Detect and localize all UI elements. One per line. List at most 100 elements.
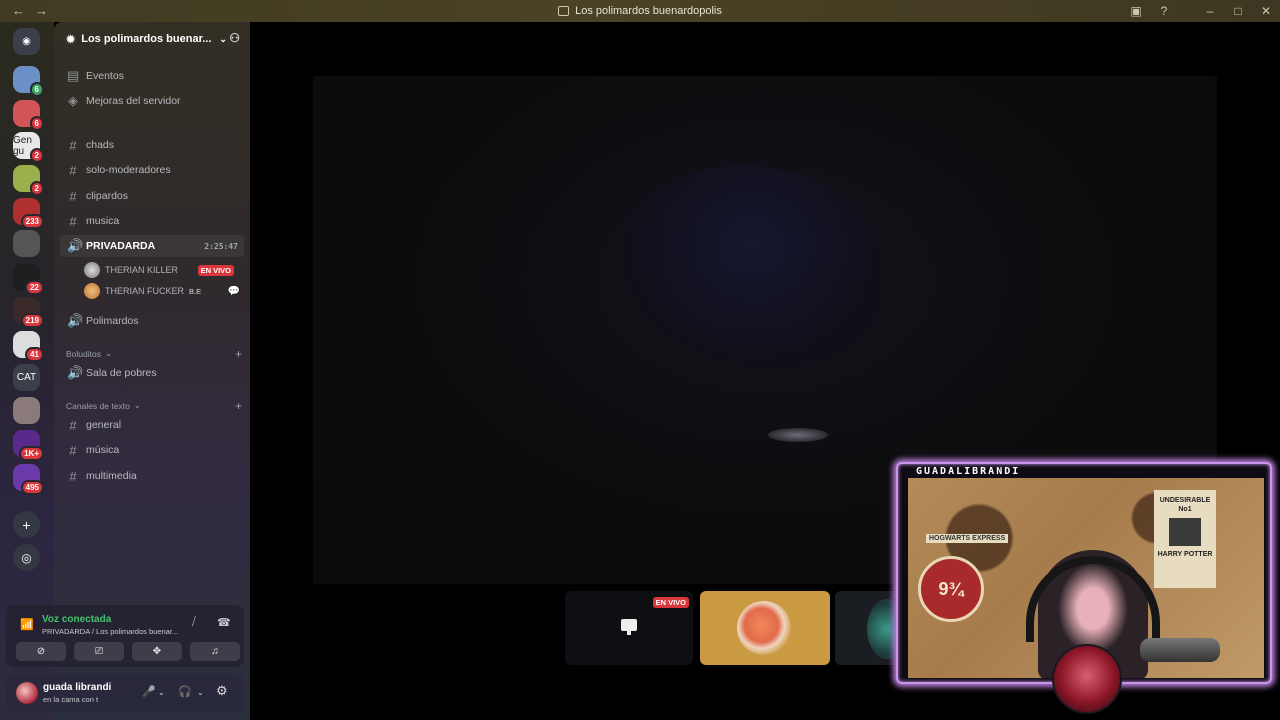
avatar (84, 262, 100, 278)
explore-icon[interactable]: ◎ (13, 544, 40, 571)
help-icon[interactable]: ? (1150, 4, 1178, 18)
channel-sala-de-pobres[interactable]: 🔊 Sala de pobres (60, 362, 244, 384)
server-icon[interactable]: 6 (13, 66, 44, 97)
soundboard-icon: ♫ (211, 646, 219, 657)
voice-channel-path[interactable]: PRIVADARDA / Los polimardos buenar... (42, 627, 178, 636)
microphone-icon[interactable]: 🎤 (142, 685, 156, 698)
channel-solo-moderadores[interactable]: # solo-moderadores (60, 159, 244, 181)
camera-off-icon: ⊘ (36, 646, 46, 657)
platform-sign: 9¾ (918, 556, 984, 622)
chat-bubble-icon: 💬 (227, 285, 240, 297)
headphones (1026, 556, 1160, 642)
speaker-icon: 🔊 (67, 238, 84, 253)
disconnect-icon[interactable]: ☎ (217, 616, 231, 629)
server-icon[interactable] (13, 230, 40, 257)
chevron-down-icon: ⌄ (133, 400, 141, 410)
server-icon[interactable]: 495 (13, 464, 44, 495)
hash-icon: # (69, 213, 77, 229)
avatar (737, 601, 791, 655)
category-canales-de-texto[interactable]: Canales de texto ⌄ + (66, 399, 242, 413)
chevron-down-icon: ⌄ (104, 348, 113, 358)
boost-icon: ◈ (68, 93, 78, 108)
noise-suppression-icon[interactable]: ⧸ (192, 616, 196, 629)
channel-general[interactable]: # general (60, 414, 244, 436)
voice-channel-privadarda[interactable]: 🔊 PRIVADARDA 2:25:47 (60, 235, 244, 257)
streamer-name: GUADALIBRANDI (916, 466, 1021, 477)
participant-tile[interactable] (700, 591, 830, 665)
add-channel-icon[interactable]: + (235, 399, 242, 413)
headphones-icon[interactable]: 🎧 (178, 685, 192, 698)
server-icon[interactable]: CAT (13, 364, 40, 391)
poster-photo (1169, 518, 1201, 546)
server-name: Los polimardos buenar... (81, 33, 212, 45)
share-screen-button[interactable]: ⎚ (74, 642, 124, 661)
participant-tile[interactable] (835, 591, 901, 665)
add-server-icon[interactable]: + (13, 511, 40, 538)
window-title: Los polimardos buenardopolis (575, 5, 722, 17)
avatar[interactable] (16, 682, 38, 704)
server-settings-icon: ✹ (66, 33, 76, 46)
voice-user[interactable]: THERIAN KILLER EN VIVO (84, 260, 244, 280)
activities-button[interactable]: ✥ (132, 642, 182, 661)
chevron-down-icon[interactable]: ⌄ (197, 688, 204, 697)
screen-share-icon (621, 619, 637, 635)
user-tag: B.E (189, 286, 202, 296)
events-item[interactable]: ▤ Eventos (60, 65, 244, 87)
server-boost-item[interactable]: ◈ Mejoras del servidor (60, 90, 244, 112)
server-icon[interactable]: 22 (13, 264, 44, 295)
server-icon[interactable]: Gen gu 2 (13, 132, 44, 163)
discord-home-icon[interactable]: ◉ (13, 28, 40, 55)
invite-people-icon[interactable]: ⚇ (229, 31, 240, 45)
chevron-down-icon[interactable]: ⌄ (158, 688, 165, 697)
hash-icon: # (69, 417, 77, 433)
notification-badge: 6 (29, 82, 44, 97)
server-icon[interactable]: 1K+ (13, 430, 44, 461)
notification-badge: 495 (20, 480, 44, 495)
channel-musica[interactable]: # musica (60, 210, 244, 232)
notification-badge: 41 (25, 347, 44, 362)
activities-icon: ✥ (152, 646, 162, 657)
server-icon[interactable]: 41 (13, 331, 44, 362)
server-icon[interactable]: 2 (13, 165, 44, 196)
server-icon[interactable]: 6 (13, 100, 44, 131)
live-badge: EN VIVO (652, 597, 689, 608)
notification-badge: 219 (20, 313, 44, 328)
speaker-icon: 🔊 (67, 365, 84, 380)
channel-polimardos[interactable]: 🔊 Polimardos (60, 310, 244, 332)
inbox-icon[interactable]: ▣ (1122, 4, 1150, 18)
screen-share-icon: ⎚ (95, 646, 103, 657)
channel-musica-text[interactable]: # música (60, 439, 244, 461)
server-icon[interactable] (13, 397, 40, 424)
hogwarts-sign: HOGWARTS EXPRESS (926, 534, 1009, 543)
notification-badge: 2 (29, 181, 44, 196)
hash-icon: # (69, 442, 77, 458)
voice-connection-panel: 📶 Voz conectada PRIVADARDA / Los polimar… (6, 605, 244, 667)
add-channel-icon[interactable]: + (235, 347, 242, 361)
video-highlight (768, 428, 828, 442)
user-panel: guada librandi en la cama con t 🎤 ⌄ 🎧 ⌄ … (6, 674, 244, 712)
minimize-button[interactable]: – (1196, 4, 1224, 18)
microphone (1140, 638, 1220, 662)
channel-chads[interactable]: # chads (60, 134, 244, 156)
voice-channel-icon (558, 6, 570, 16)
webcam-overlay: GUADALIBRANDI HOGWARTS EXPRESS 9¾ UNDESI… (896, 462, 1272, 714)
channel-clipardos[interactable]: # clipardos (60, 185, 244, 207)
video-content (623, 166, 883, 366)
hash-icon: # (69, 162, 77, 178)
voice-status: Voz conectada (42, 614, 112, 625)
channel-multimedia[interactable]: # multimedia (60, 465, 244, 487)
stream-thumbnail[interactable]: EN VIVO (565, 591, 693, 665)
maximize-button[interactable]: □ (1224, 4, 1252, 18)
gear-icon[interactable]: ⚙ (216, 683, 228, 699)
wanted-poster: UNDESIRABLE No1 HARRY POTTER (1154, 490, 1216, 588)
close-button[interactable]: ✕ (1252, 4, 1280, 18)
category-boluditos[interactable]: Boluditos ⌄ + (66, 347, 242, 361)
server-icon[interactable]: 219 (13, 297, 44, 328)
camera-toggle-button[interactable]: ⊘ (16, 642, 66, 661)
notification-badge: 22 (25, 280, 44, 295)
soundboard-button[interactable]: ♫ (190, 642, 240, 661)
server-header[interactable]: ✹ Los polimardos buenar... ⌄ ⚇ (54, 22, 250, 56)
server-icon[interactable]: 233 (13, 198, 44, 229)
voice-user[interactable]: THERIAN FUCKER B.E 💬 (84, 281, 244, 301)
chevron-down-icon: ⌄ (219, 33, 227, 44)
